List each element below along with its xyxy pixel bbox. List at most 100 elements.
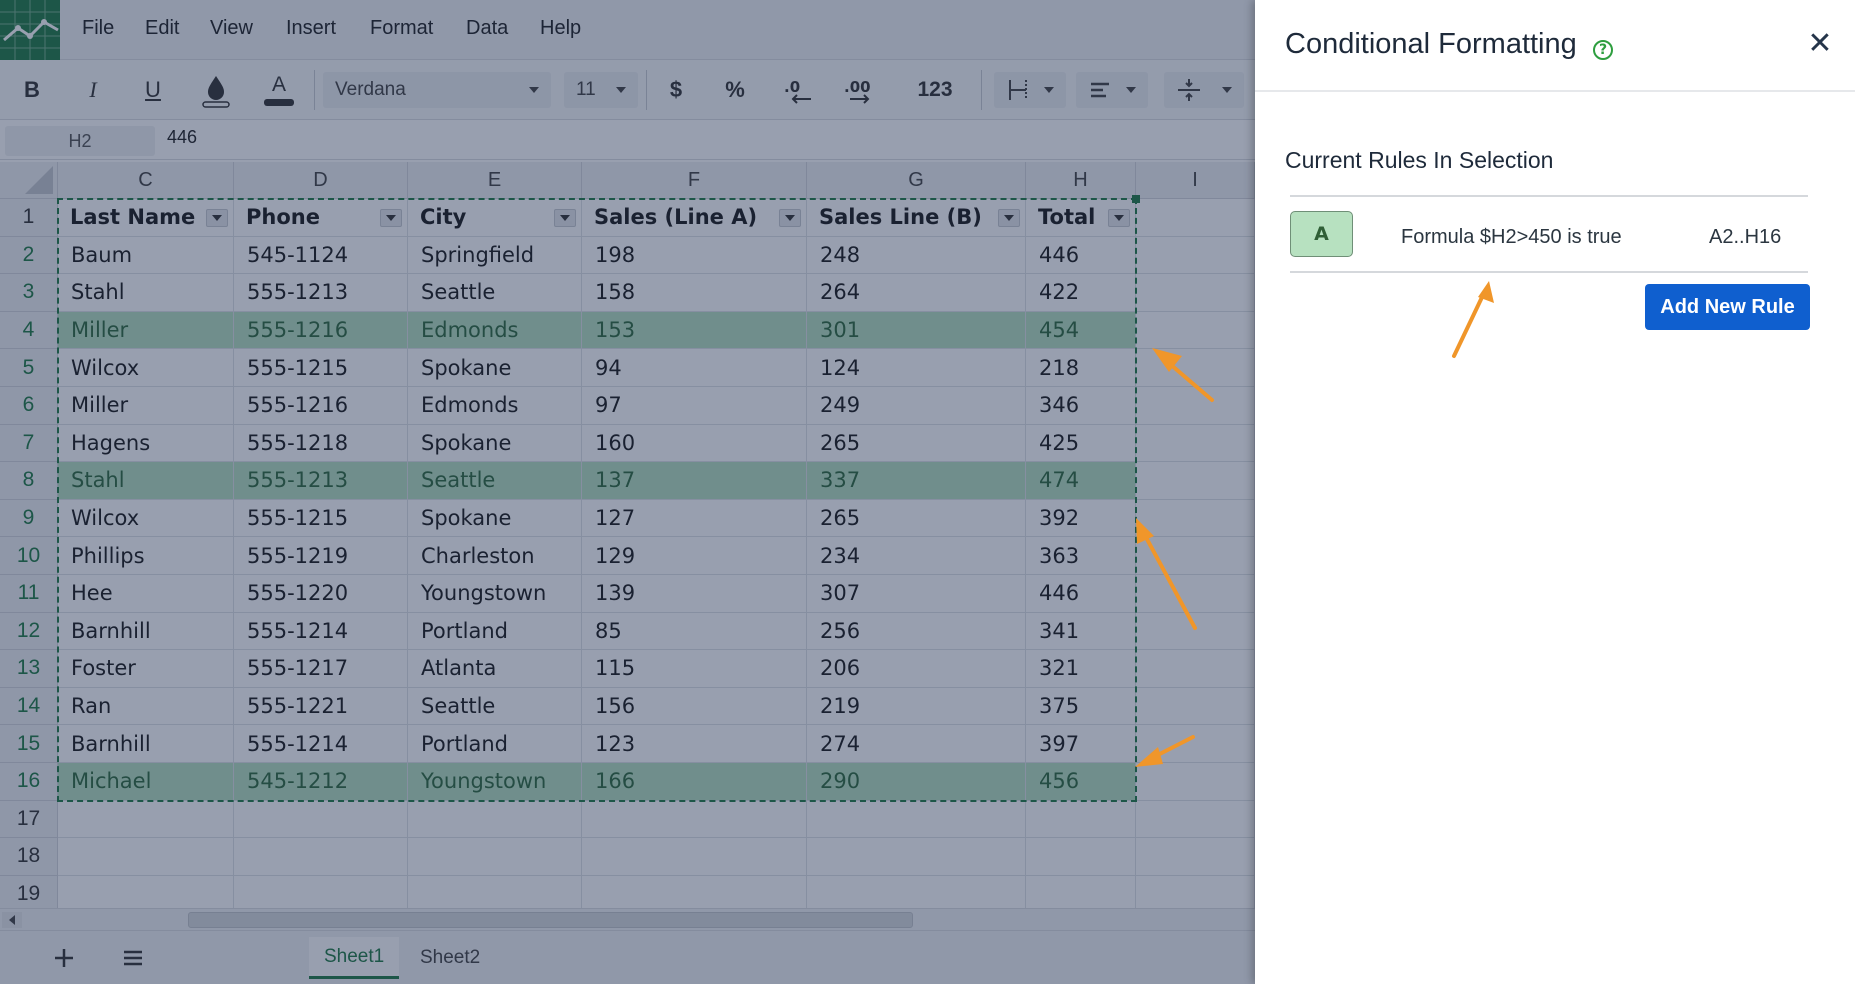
- table-cell[interactable]: 94: [582, 349, 807, 387]
- table-cell[interactable]: 307: [807, 575, 1026, 613]
- empty-cell[interactable]: [1026, 838, 1136, 876]
- sheet-list-button[interactable]: [113, 941, 153, 975]
- table-cell[interactable]: Hagens: [58, 424, 234, 463]
- table-cell[interactable]: Miller: [58, 311, 234, 350]
- table-cell[interactable]: Charleston: [408, 537, 582, 575]
- table-cell[interactable]: 290: [807, 763, 1026, 801]
- currency-format-button[interactable]: $: [656, 72, 696, 108]
- row-header-18[interactable]: 18: [0, 838, 58, 876]
- row-header-10[interactable]: 10: [0, 537, 58, 575]
- menu-item-insert[interactable]: Insert: [286, 17, 336, 40]
- table-cell[interactable]: Phillips: [58, 537, 234, 575]
- table-cell[interactable]: 137: [582, 462, 807, 500]
- table-cell[interactable]: 129: [582, 537, 807, 575]
- table-header-cell[interactable]: Last Name: [58, 199, 234, 237]
- table-cell[interactable]: 555-1213: [234, 462, 408, 500]
- table-cell[interactable]: 446: [1026, 575, 1136, 613]
- table-cell[interactable]: 198: [582, 236, 807, 275]
- column-header-c[interactable]: C: [58, 162, 234, 199]
- column-header-d[interactable]: D: [234, 162, 408, 199]
- table-cell[interactable]: Foster: [58, 650, 234, 688]
- add-new-rule-button[interactable]: Add New Rule: [1645, 284, 1810, 330]
- vertical-align-select[interactable]: [1164, 72, 1244, 108]
- table-cell[interactable]: 422: [1026, 274, 1136, 312]
- table-cell[interactable]: 555-1214: [234, 725, 408, 763]
- table-cell[interactable]: Seattle: [408, 274, 582, 312]
- underline-button[interactable]: U: [133, 72, 173, 108]
- row-header-8[interactable]: 8: [0, 462, 58, 500]
- empty-cell[interactable]: [807, 875, 1026, 908]
- table-cell[interactable]: 265: [807, 424, 1026, 463]
- table-cell[interactable]: 264: [807, 274, 1026, 312]
- filter-dropdown-button[interactable]: [998, 209, 1020, 227]
- table-cell[interactable]: Hee: [58, 575, 234, 613]
- row-header-19[interactable]: 19: [0, 875, 58, 908]
- filter-dropdown-button[interactable]: [1108, 209, 1130, 227]
- decrease-decimals-button[interactable]: .0: [779, 72, 819, 108]
- table-cell[interactable]: 392: [1026, 499, 1136, 538]
- table-cell[interactable]: 301: [807, 311, 1026, 350]
- table-cell[interactable]: 555-1215: [234, 499, 408, 538]
- empty-cell[interactable]: [1136, 612, 1255, 651]
- table-cell[interactable]: 249: [807, 387, 1026, 425]
- table-cell[interactable]: Edmonds: [408, 311, 582, 350]
- fill-handle[interactable]: [1132, 195, 1140, 203]
- empty-cell[interactable]: [1136, 875, 1255, 908]
- table-cell[interactable]: 545-1212: [234, 763, 408, 801]
- row-header-11[interactable]: 11: [0, 575, 58, 613]
- menu-item-data[interactable]: Data: [466, 17, 508, 40]
- table-cell[interactable]: Stahl: [58, 462, 234, 500]
- table-cell[interactable]: Portland: [408, 612, 582, 651]
- empty-cell[interactable]: [58, 838, 234, 876]
- table-cell[interactable]: 321: [1026, 650, 1136, 688]
- table-cell[interactable]: 555-1219: [234, 537, 408, 575]
- table-cell[interactable]: 346: [1026, 387, 1136, 425]
- table-cell[interactable]: 454: [1026, 311, 1136, 350]
- row-header-2[interactable]: 2: [0, 236, 58, 275]
- table-cell[interactable]: Springfield: [408, 236, 582, 275]
- empty-cell[interactable]: [1136, 763, 1255, 801]
- number-format-button[interactable]: 123: [900, 72, 970, 108]
- row-header-1[interactable]: 1: [0, 199, 58, 237]
- table-cell[interactable]: Seattle: [408, 687, 582, 726]
- empty-cell[interactable]: [1136, 387, 1255, 425]
- column-header-e[interactable]: E: [408, 162, 582, 199]
- column-header-f[interactable]: F: [582, 162, 807, 199]
- table-cell[interactable]: 555-1218: [234, 424, 408, 463]
- table-cell[interactable]: 363: [1026, 537, 1136, 575]
- table-header-cell[interactable]: Sales (Line A): [582, 199, 807, 237]
- align-select[interactable]: [1076, 72, 1148, 108]
- cell-reference-box[interactable]: H2: [5, 126, 155, 156]
- row-header-3[interactable]: 3: [0, 274, 58, 312]
- menu-item-edit[interactable]: Edit: [145, 17, 179, 40]
- table-cell[interactable]: 555-1217: [234, 650, 408, 688]
- row-header-15[interactable]: 15: [0, 725, 58, 763]
- table-cell[interactable]: Stahl: [58, 274, 234, 312]
- table-cell[interactable]: 124: [807, 349, 1026, 387]
- empty-cell[interactable]: [1136, 199, 1255, 237]
- row-header-13[interactable]: 13: [0, 650, 58, 688]
- empty-cell[interactable]: [408, 875, 582, 908]
- fill-color-button[interactable]: [196, 72, 236, 108]
- horizontal-scrollbar[interactable]: [0, 908, 1255, 930]
- empty-cell[interactable]: [1136, 311, 1255, 350]
- row-header-7[interactable]: 7: [0, 424, 58, 463]
- select-all-corner[interactable]: [0, 162, 58, 199]
- table-cell[interactable]: 274: [807, 725, 1026, 763]
- filter-dropdown-button[interactable]: [380, 209, 402, 227]
- table-cell[interactable]: 85: [582, 612, 807, 651]
- scroll-left-button[interactable]: [2, 912, 22, 928]
- empty-cell[interactable]: [582, 875, 807, 908]
- menu-item-view[interactable]: View: [210, 17, 253, 40]
- add-sheet-button[interactable]: [44, 941, 84, 975]
- table-cell[interactable]: 219: [807, 687, 1026, 726]
- borders-select[interactable]: [994, 72, 1066, 108]
- empty-cell[interactable]: [582, 838, 807, 876]
- empty-cell[interactable]: [1136, 800, 1255, 839]
- empty-cell[interactable]: [807, 838, 1026, 876]
- app-logo-icon[interactable]: [0, 0, 60, 60]
- empty-cell[interactable]: [1136, 499, 1255, 538]
- row-header-12[interactable]: 12: [0, 612, 58, 651]
- text-color-button[interactable]: A: [259, 72, 299, 108]
- menu-item-file[interactable]: File: [82, 17, 114, 40]
